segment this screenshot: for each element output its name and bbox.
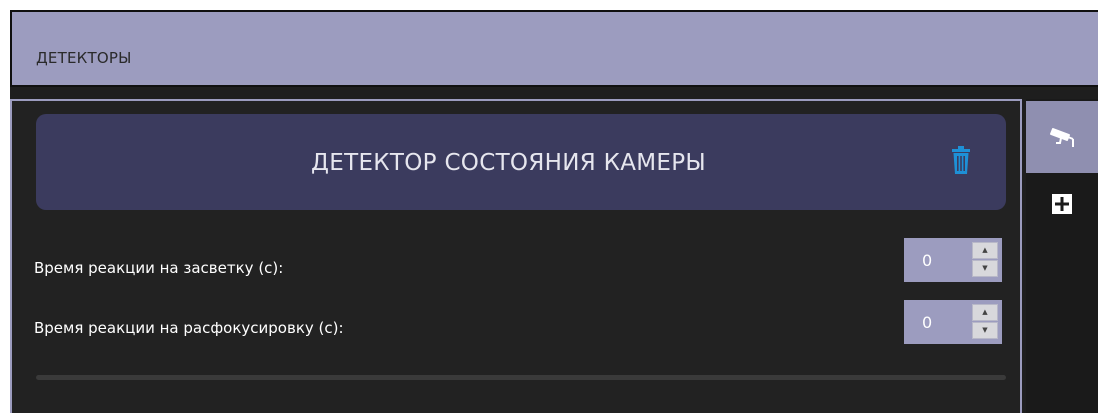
defocus-reaction-value[interactable]: 0: [922, 313, 932, 332]
delete-detector-button[interactable]: [950, 146, 972, 174]
flare-reaction-decrement[interactable]: ▼: [972, 260, 998, 277]
flare-reaction-increment[interactable]: ▲: [972, 242, 998, 259]
tab-camera[interactable]: [1026, 101, 1098, 173]
section-divider: [36, 375, 1006, 380]
flare-reaction-value[interactable]: 0: [922, 251, 932, 270]
page-title: ДЕТЕКТОРЫ: [36, 49, 132, 67]
detector-title: ДЕТЕКТОР СОСТОЯНИЯ КАМЕРЫ: [311, 150, 706, 176]
plus-icon: [1052, 194, 1072, 214]
defocus-reaction-decrement[interactable]: ▼: [972, 322, 998, 339]
camera-icon: [1050, 128, 1074, 147]
defocus-reaction-stepper[interactable]: 0 ▲ ▼: [904, 300, 1002, 344]
header-bar: ДЕТЕКТОРЫ: [10, 10, 1098, 87]
flare-reaction-label: Время реакции на засветку (с):: [34, 259, 284, 277]
flare-reaction-stepper[interactable]: 0 ▲ ▼: [904, 238, 1002, 282]
trash-icon: [952, 146, 970, 174]
detectors-window: ДЕТЕКТОРЫ ДЕТЕКТОР СОСТОЯНИЯ КАМЕРЫ Врем…: [10, 10, 1098, 413]
detector-card[interactable]: ДЕТЕКТОР СОСТОЯНИЯ КАМЕРЫ: [36, 114, 1006, 210]
defocus-reaction-label: Время реакции на расфокусировку (с):: [34, 319, 344, 337]
defocus-reaction-increment[interactable]: ▲: [972, 304, 998, 321]
add-detector-button[interactable]: [1050, 192, 1074, 216]
